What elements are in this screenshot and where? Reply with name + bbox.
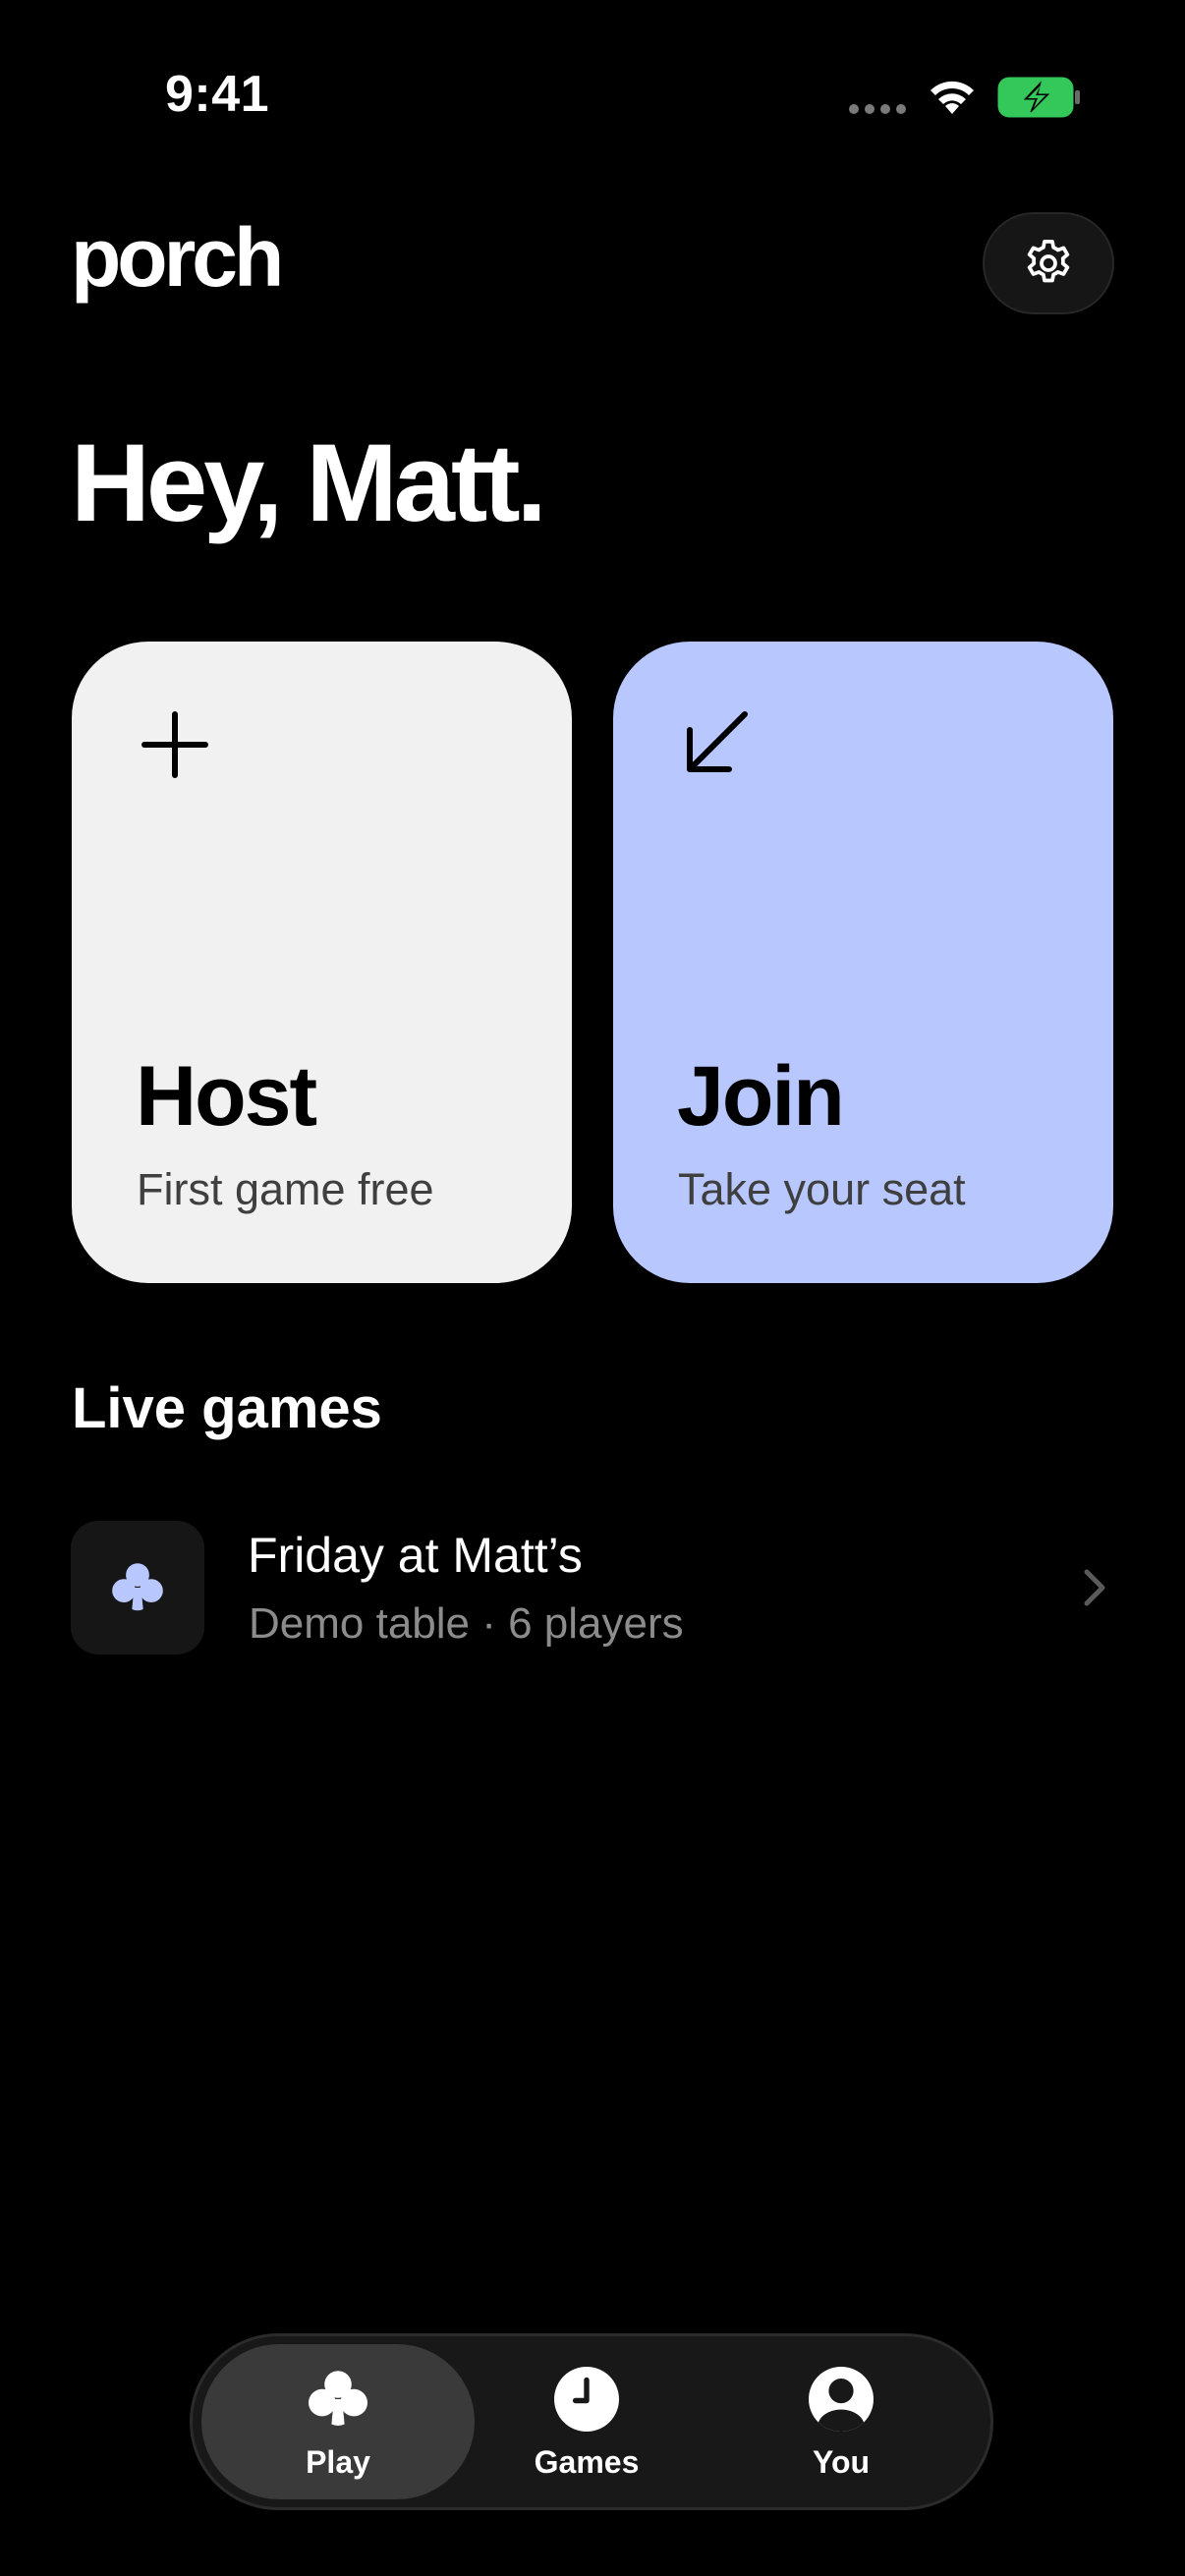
- tab-you-label: You: [812, 2443, 871, 2480]
- wifi-icon: [931, 81, 974, 114]
- battery-charging-icon: [997, 77, 1080, 118]
- live-games-heading: Live games: [72, 1376, 382, 1440]
- join-card-subtitle: Take your seat: [678, 1164, 966, 1214]
- host-card-subtitle: First game free: [137, 1164, 434, 1214]
- tab-play[interactable]: Play: [201, 2344, 475, 2499]
- tab-games[interactable]: Games: [506, 2344, 667, 2499]
- join-card[interactable]: Join Take your seat: [613, 642, 1113, 1283]
- tab-you[interactable]: You: [761, 2344, 922, 2499]
- arrow-down-left-icon: [687, 711, 748, 772]
- tab-games-label: Games: [534, 2443, 640, 2480]
- club-icon: [112, 1563, 163, 1611]
- club-icon: [309, 2370, 367, 2426]
- clock-icon: [554, 2366, 619, 2432]
- host-card[interactable]: Host First game free: [72, 642, 572, 1283]
- cellular-signal-icon: [849, 104, 906, 114]
- gear-icon: [1027, 239, 1070, 283]
- greeting-heading: Hey, Matt.: [71, 421, 547, 544]
- status-time: 9:41: [165, 66, 270, 123]
- game-thumbnail: [71, 1521, 204, 1654]
- live-game-row[interactable]: Friday at Matt’s Demo table · 6 players: [71, 1521, 1114, 1654]
- host-card-title: Host: [136, 1049, 317, 1144]
- join-card-title: Join: [677, 1049, 845, 1144]
- app-logo: porch: [71, 211, 284, 304]
- tab-bar: Play Games You: [190, 2333, 993, 2510]
- game-details: Demo table · 6 players: [249, 1599, 684, 1648]
- game-title: Friday at Matt’s: [248, 1528, 583, 1583]
- plus-icon: [141, 711, 208, 778]
- person-icon: [809, 2366, 874, 2432]
- settings-button[interactable]: [983, 212, 1114, 314]
- tab-play-label: Play: [306, 2443, 370, 2480]
- chevron-right-icon: [1084, 1569, 1105, 1606]
